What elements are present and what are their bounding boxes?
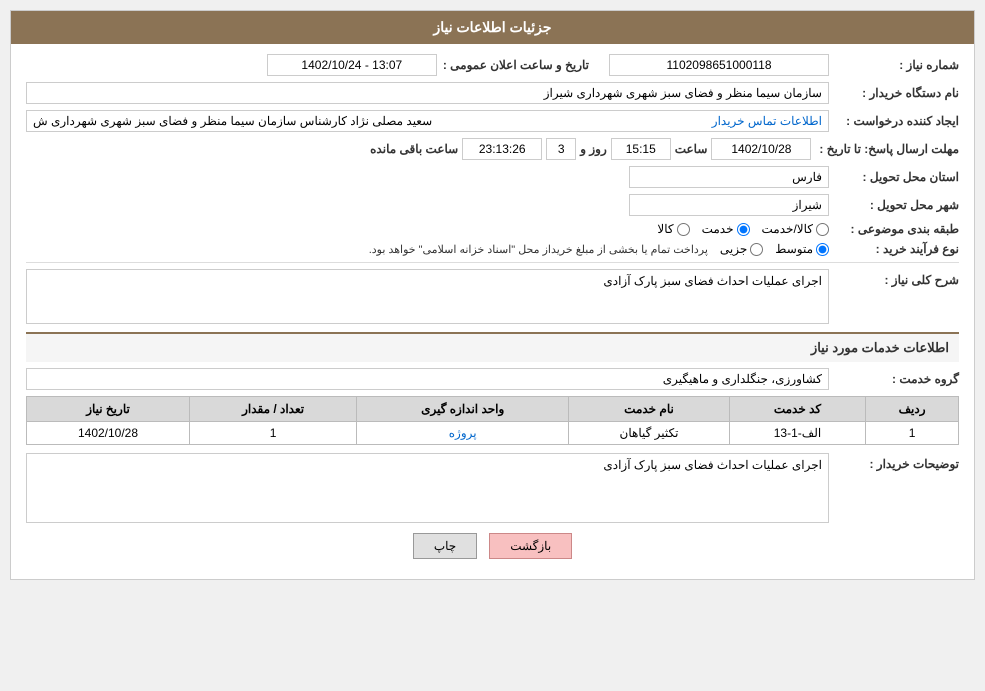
category-option-khedmat[interactable]: خدمت — [702, 222, 750, 236]
cell-row-num: 1 — [866, 422, 959, 445]
need-description-label: شرح کلی نیاز : — [829, 269, 959, 287]
deadline-remaining-label: ساعت باقی مانده — [370, 142, 458, 156]
cell-unit: پروژه — [357, 422, 569, 445]
creator-name: سعید مصلی نژاد کارشناس سازمان سیما منظر … — [33, 114, 432, 128]
purchase-type-label-motevaset: متوسط — [775, 242, 813, 256]
need-description-box: اجرای عملیات احداث فضای سبز پارک آزادی — [26, 269, 829, 324]
divider-1 — [26, 262, 959, 263]
deadline-day-label: روز و — [580, 142, 607, 156]
province-value: فارس — [629, 166, 829, 188]
purchase-note: پرداخت تمام یا بخشی از مبلغ خریداز محل "… — [26, 243, 708, 256]
city-label: شهر محل تحویل : — [829, 198, 959, 212]
content-area: شماره نیاز : 1102098651000118 تاریخ و سا… — [11, 44, 974, 579]
deadline-row: مهلت ارسال پاسخ: تا تاریخ : 1402/10/28 س… — [26, 138, 959, 160]
col-quantity: تعداد / مقدار — [190, 397, 357, 422]
service-group-value: کشاورزی، جنگلداری و ماهیگیری — [26, 368, 829, 390]
deadline-label: مهلت ارسال پاسخ: تا تاریخ : — [811, 142, 959, 156]
category-label-khedmat: خدمت — [702, 222, 734, 236]
category-option-kala[interactable]: کالا — [657, 222, 689, 236]
creator-contact-link[interactable]: اطلاعات تماس خریدار — [712, 114, 822, 128]
purchase-type-radio-group: متوسط جزیی — [720, 242, 829, 256]
button-row: بازگشت چاپ — [26, 533, 959, 559]
col-row-num: ردیف — [866, 397, 959, 422]
table-row: 1 الف-1-13 تکثیر گیاهان پروژه 1 1402/10/… — [27, 422, 959, 445]
purchase-type-radio-motevaset[interactable] — [816, 243, 829, 256]
col-service-name: نام خدمت — [569, 397, 730, 422]
col-unit: واحد اندازه گیری — [357, 397, 569, 422]
category-label-kala: کالا — [657, 222, 673, 236]
announcement-datetime-value: 1402/10/24 - 13:07 — [267, 54, 437, 76]
purchase-type-option-jozi[interactable]: جزیی — [720, 242, 763, 256]
purchase-type-radio-jozi[interactable] — [750, 243, 763, 256]
purchase-type-row: نوع فرآیند خرید : متوسط جزیی پرداخت تمام… — [26, 242, 959, 256]
category-radio-khedmat[interactable] — [737, 223, 750, 236]
need-description-row: شرح کلی نیاز : اجرای عملیات احداث فضای س… — [26, 269, 959, 324]
city-value: شیراز — [629, 194, 829, 216]
city-row: شهر محل تحویل : شیراز — [26, 194, 959, 216]
col-date: تاریخ نیاز — [27, 397, 190, 422]
announcement-number-row: شماره نیاز : 1102098651000118 تاریخ و سا… — [26, 54, 959, 76]
creator-label: ایجاد کننده درخواست : — [829, 114, 959, 128]
buyer-desc-row: توضیحات خریدار : اجرای عملیات احداث فضای… — [26, 453, 959, 523]
page-header: جزئیات اطلاعات نیاز — [11, 11, 974, 44]
purchase-type-label: نوع فرآیند خرید : — [829, 242, 959, 256]
cell-quantity: 1 — [190, 422, 357, 445]
need-description-value: اجرای عملیات احداث فضای سبز پارک آزادی — [603, 274, 822, 288]
deadline-time-label: ساعت — [675, 142, 708, 156]
province-label: استان محل تحویل : — [829, 170, 959, 184]
category-label: طبقه بندی موضوعی : — [829, 222, 959, 236]
back-button[interactable]: بازگشت — [489, 533, 572, 559]
category-label-kala-khedmat: کالا/خدمت — [762, 222, 813, 236]
purchase-type-area: متوسط جزیی پرداخت تمام یا بخشی از مبلغ خ… — [26, 242, 829, 256]
category-row: طبقه بندی موضوعی : کالا/خدمت خدمت کالا — [26, 222, 959, 236]
page-title: جزئیات اطلاعات نیاز — [433, 19, 551, 35]
category-radio-kala-khedmat[interactable] — [816, 223, 829, 236]
service-group-row: گروه خدمت : کشاورزی، جنگلداری و ماهیگیری — [26, 368, 959, 390]
service-group-label: گروه خدمت : — [829, 372, 959, 386]
announcement-number-label: شماره نیاز : — [829, 58, 959, 72]
services-section-header: اطلاعات خدمات مورد نیاز — [26, 332, 959, 362]
province-row: استان محل تحویل : فارس — [26, 166, 959, 188]
deadline-time: 15:15 — [611, 138, 671, 160]
creator-value-box: اطلاعات تماس خریدار سعید مصلی نژاد کارشن… — [26, 110, 829, 132]
deadline-days: 3 — [546, 138, 576, 160]
cell-service-name: تکثیر گیاهان — [569, 422, 730, 445]
purchase-type-option-motevaset[interactable]: متوسط — [775, 242, 829, 256]
purchase-type-label-jozi: جزیی — [720, 242, 747, 256]
cell-date: 1402/10/28 — [27, 422, 190, 445]
buyer-name-value: سازمان سیما منظر و فضای سبز شهری شهرداری… — [26, 82, 829, 104]
announcement-number-value: 1102098651000118 — [609, 54, 829, 76]
buyer-desc-box: اجرای عملیات احداث فضای سبز پارک آزادی — [26, 453, 829, 523]
deadline-date: 1402/10/28 — [711, 138, 811, 160]
buyer-desc-value: اجرای عملیات احداث فضای سبز پارک آزادی — [603, 458, 822, 472]
print-button[interactable]: چاپ — [413, 533, 477, 559]
main-container: جزئیات اطلاعات نیاز شماره نیاز : 1102098… — [10, 10, 975, 580]
buyer-desc-label: توضیحات خریدار : — [829, 453, 959, 471]
creator-row: ایجاد کننده درخواست : اطلاعات تماس خریدا… — [26, 110, 959, 132]
deadline-fields: 1402/10/28 ساعت 15:15 روز و 3 23:13:26 س… — [26, 138, 811, 160]
category-radio-group: کالا/خدمت خدمت کالا — [657, 222, 829, 236]
announcement-datetime-label: تاریخ و ساعت اعلان عمومی : — [443, 58, 589, 72]
buyer-name-row: نام دستگاه خریدار : سازمان سیما منظر و ف… — [26, 82, 959, 104]
buyer-name-label: نام دستگاه خریدار : — [829, 86, 959, 100]
cell-service-code: الف-1-13 — [729, 422, 865, 445]
category-radio-kala[interactable] — [677, 223, 690, 236]
col-service-code: کد خدمت — [729, 397, 865, 422]
category-option-kala-khedmat[interactable]: کالا/خدمت — [762, 222, 829, 236]
service-table: ردیف کد خدمت نام خدمت واحد اندازه گیری ت… — [26, 396, 959, 445]
deadline-remaining: 23:13:26 — [462, 138, 542, 160]
